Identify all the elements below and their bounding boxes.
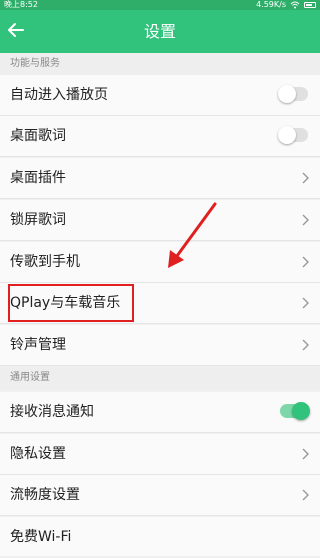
chevron-right-icon	[302, 297, 309, 309]
section-title: 通用设置	[10, 372, 50, 383]
chevron-right-icon	[302, 489, 309, 501]
page-title: 设置	[143, 22, 176, 41]
app-bar: 设置	[0, 10, 320, 53]
setting-label: 传歌到手机	[10, 254, 80, 270]
setting-label: 免费Wi-Fi	[10, 529, 72, 545]
battery-icon	[304, 2, 316, 8]
section-header-general: 通用设置	[0, 367, 320, 389]
setting-label: 桌面插件	[10, 170, 66, 186]
toggle-knob	[278, 126, 296, 144]
chevron-right-icon	[302, 339, 309, 351]
setting-label: 流畅度设置	[10, 487, 80, 503]
chevron-right-icon	[302, 448, 309, 460]
auto-play-page-toggle[interactable]	[278, 85, 308, 103]
network-speed: 4.59K/s	[256, 0, 286, 9]
setting-label: 接收消息通知	[10, 404, 94, 420]
toggle-knob	[292, 402, 310, 420]
annotation-arrow-icon	[168, 202, 217, 268]
setting-desktop-lyrics[interactable]: 桌面歌词	[0, 116, 320, 157]
setting-label: 自动进入播放页	[10, 87, 108, 103]
chevron-right-icon	[302, 172, 309, 184]
setting-ringtone-management[interactable]: 铃声管理	[0, 325, 320, 366]
setting-smoothness[interactable]: 流畅度设置	[0, 475, 320, 516]
annotation-highlight-box	[8, 284, 134, 322]
toggle-knob	[278, 85, 296, 103]
desktop-lyrics-toggle[interactable]	[278, 126, 308, 144]
section-title: 功能与服务	[10, 58, 60, 69]
setting-label: 隐私设置	[10, 446, 66, 462]
setting-free-wifi[interactable]: 免费Wi-Fi	[0, 517, 320, 556]
setting-privacy[interactable]: 隐私设置	[0, 434, 320, 475]
chevron-right-icon	[302, 214, 309, 226]
status-bar: 晚上8:52 4.59K/s	[0, 0, 320, 10]
setting-label: 铃声管理	[10, 337, 66, 353]
setting-receive-notifications[interactable]: 接收消息通知	[0, 392, 320, 433]
receive-notifications-toggle[interactable]	[280, 402, 310, 420]
status-time: 晚上8:52	[4, 0, 38, 9]
setting-label: 锁屏歌词	[10, 212, 66, 228]
setting-auto-play-page[interactable]: 自动进入播放页	[0, 75, 320, 116]
setting-label: 桌面歌词	[10, 128, 66, 144]
setting-desktop-widget[interactable]: 桌面插件	[0, 158, 320, 199]
chevron-right-icon	[302, 256, 309, 268]
section-header-services: 功能与服务	[0, 53, 320, 75]
